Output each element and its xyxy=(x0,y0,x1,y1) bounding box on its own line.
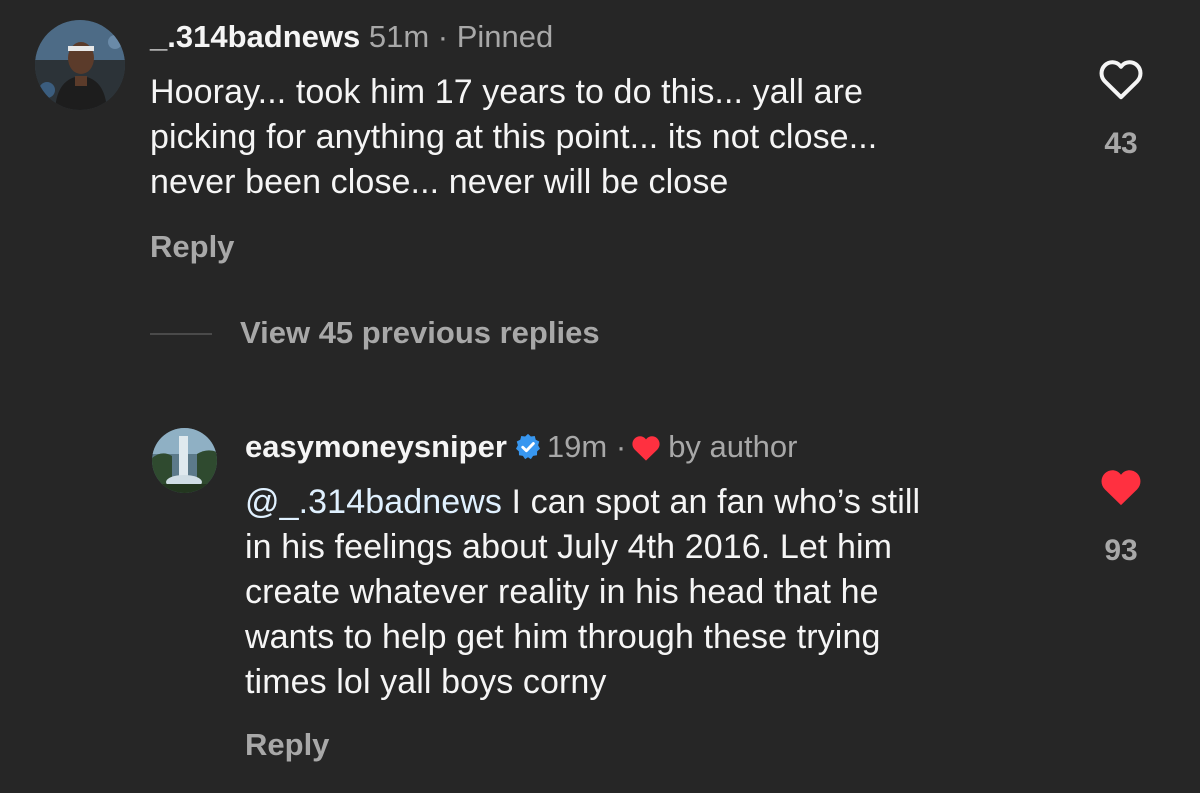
meta-separator: · xyxy=(437,19,449,54)
liked-by-author-label: by author xyxy=(668,429,798,464)
heart-filled-icon xyxy=(1101,470,1141,506)
reply-text-line: create whatever reality in his head that… xyxy=(245,573,879,611)
replies-divider xyxy=(150,333,212,335)
reply-header: easymoneysniper 19m · by author xyxy=(245,429,797,465)
comment-text-line: picking for anything at this point... it… xyxy=(150,118,878,156)
reply-text-line: I can spot an fan who’s still xyxy=(502,483,921,521)
reply-text-line: in his feelings about July 4th 2016. Let… xyxy=(245,528,893,566)
comment-time: 51m xyxy=(368,19,430,54)
like-button[interactable] xyxy=(1098,466,1144,508)
commenter-avatar[interactable] xyxy=(35,20,125,110)
reply-time: 19m xyxy=(546,429,608,464)
comment-text: Hooray... took him 17 years to do this..… xyxy=(150,70,877,205)
reply-text: @_.314badnews I can spot an fan who’s st… xyxy=(245,480,920,705)
reply-text-line: times lol yall boys corny xyxy=(245,663,607,701)
liked-by-author-heart-icon xyxy=(632,436,660,461)
view-previous-replies-button[interactable]: View 45 previous replies xyxy=(240,315,600,351)
reply-button[interactable]: Reply xyxy=(150,229,234,265)
comment-username[interactable]: _.314badnews xyxy=(150,19,360,54)
pinned-label: Pinned xyxy=(456,19,554,54)
heart-outline-icon xyxy=(1099,60,1143,100)
reply-text-line: wants to help get him through these tryi… xyxy=(245,618,881,656)
like-button[interactable] xyxy=(1098,58,1144,100)
reply-button[interactable]: Reply xyxy=(245,727,329,763)
replier-avatar[interactable] xyxy=(152,428,217,493)
reply-username[interactable]: easymoneysniper xyxy=(245,429,507,464)
like-count: 93 xyxy=(1104,534,1138,567)
mention-link[interactable]: @_.314badnews xyxy=(245,483,502,521)
meta-separator: · xyxy=(615,429,627,464)
comment-header: _.314badnews 51m · Pinned xyxy=(150,19,553,55)
comment-text-line: never been close... never will be close xyxy=(150,163,729,201)
comment-text-line: Hooray... took him 17 years to do this..… xyxy=(150,73,864,111)
like-count: 43 xyxy=(1104,127,1138,160)
verified-badge-icon xyxy=(515,433,540,460)
